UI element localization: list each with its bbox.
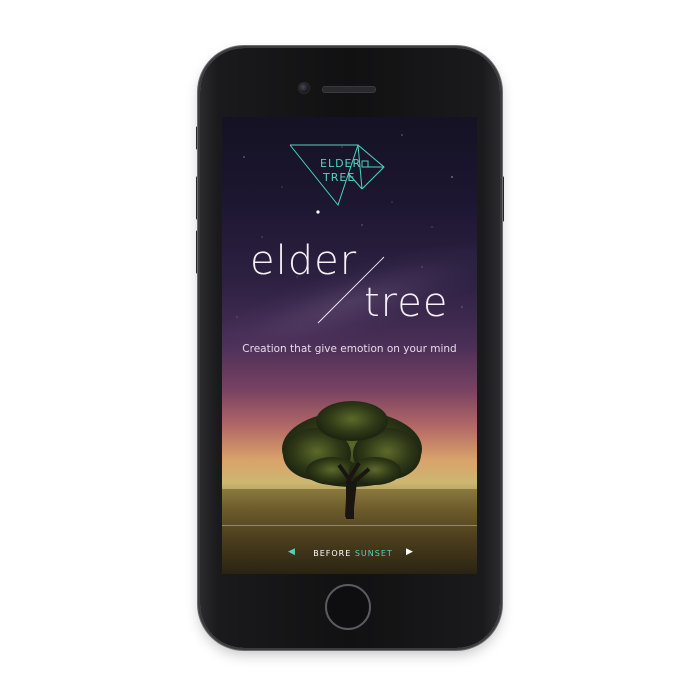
chevron-right-icon[interactable]: ▶: [406, 547, 414, 557]
brand-word-tree: tree: [364, 280, 449, 326]
brand-title: elder tree: [222, 235, 477, 325]
scene-navigation: ◀ BEFORE SUNSET ▶: [222, 543, 477, 563]
logo-text-tree: TREE: [323, 171, 356, 184]
elder-tree-logo: ELDER TREE: [288, 143, 388, 209]
horizon-divider: [222, 525, 477, 526]
earpiece-speaker: [322, 86, 376, 93]
tagline: Creation that give emotion on your mind: [242, 343, 457, 355]
tree-silhouette: [282, 401, 422, 519]
front-camera-icon: [298, 82, 310, 94]
chevron-left-icon[interactable]: ◀: [288, 547, 296, 557]
logo-text-elder: ELDER: [320, 157, 362, 170]
app-screen: ELDER TREE elder tree Creation that give…: [222, 117, 477, 574]
home-button[interactable]: [325, 584, 371, 630]
scene-label: BEFORE SUNSET: [306, 549, 400, 558]
scene-label-before: BEFORE: [313, 549, 352, 558]
stage: ELDER TREE elder tree Creation that give…: [0, 0, 700, 700]
scene-label-sunset: SUNSET: [354, 549, 393, 558]
